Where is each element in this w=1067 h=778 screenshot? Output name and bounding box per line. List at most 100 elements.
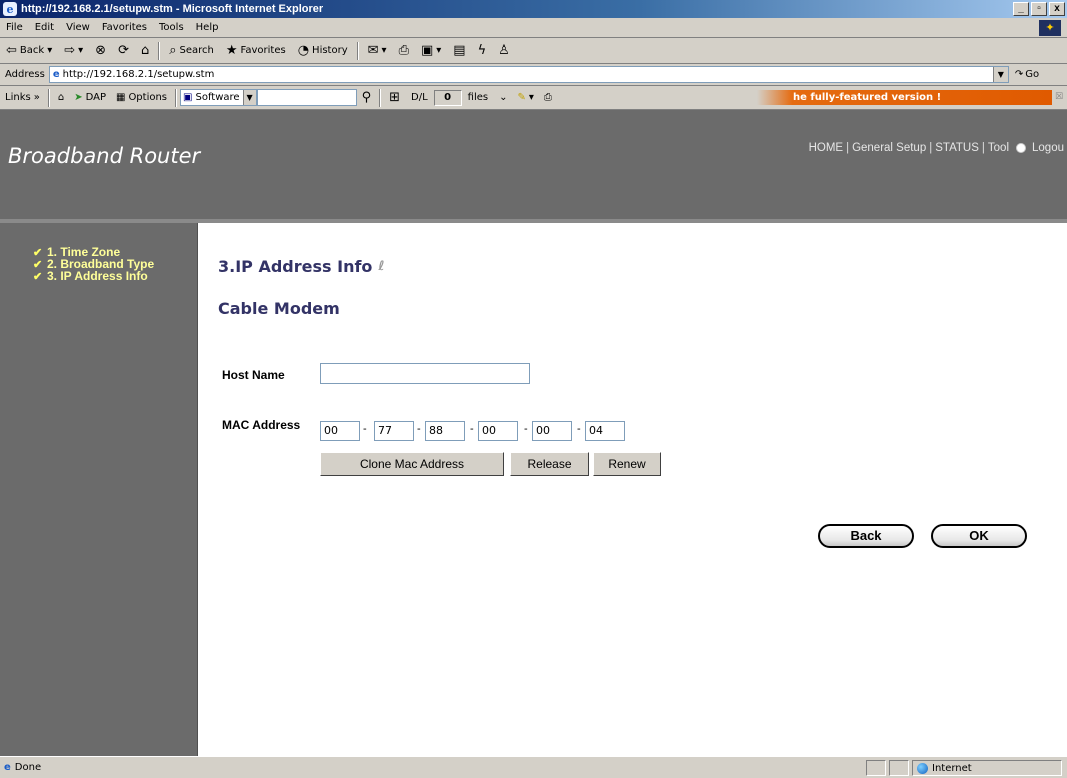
clone-mac-address-button[interactable]: Clone Mac Address <box>320 452 504 476</box>
toolbar-separator <box>379 88 382 107</box>
files-label: files <box>467 92 489 103</box>
chevron-down-icon: ▼ <box>242 90 256 105</box>
chevron-down-icon: ▾ <box>436 45 442 56</box>
chevron-down-icon[interactable]: ▼ <box>992 67 1008 82</box>
history-button[interactable]: ◔ History <box>292 44 354 57</box>
forward-nav-button[interactable]: ⇨ ▾ <box>58 44 89 57</box>
go-button[interactable]: ↷ Go <box>1015 69 1039 80</box>
top-navigation: HOME | General Setup | STATUS | Tool Log… <box>806 142 1067 154</box>
mac-octet-4-input[interactable]: 00 <box>478 421 518 441</box>
page-title-text: 3.IP Address Info <box>218 257 373 276</box>
search-button[interactable]: ⌕ Search <box>163 44 220 57</box>
mac-octet-5-input[interactable]: 00 <box>532 421 572 441</box>
search-icon: ⚲ <box>361 90 372 105</box>
menu-help[interactable]: Help <box>190 22 225 33</box>
chevron-double-down-button[interactable]: ⌄ <box>494 92 512 103</box>
mail-icon: ✉ <box>367 43 379 58</box>
discuss-button[interactable]: ▤ <box>447 44 471 57</box>
menu-file[interactable]: File <box>0 22 29 33</box>
status-bar: e Done Internet <box>0 756 1067 778</box>
router-header: Broadband Router HOME | General Setup | … <box>0 110 1067 223</box>
address-url: http://192.168.2.1/setupw.stm <box>62 69 215 80</box>
print-preview-button[interactable]: ⎙ <box>539 92 557 103</box>
chevron-double-down-icon: ⌄ <box>499 92 508 103</box>
mac-octet-2-input[interactable]: 77 <box>374 421 414 441</box>
links-label: Links <box>5 92 31 103</box>
maximize-button[interactable]: ▫ <box>1031 2 1047 16</box>
toolbar-search-button[interactable]: ⚲ <box>357 90 377 105</box>
release-button[interactable]: Release <box>510 452 589 476</box>
edit-button[interactable]: ▣ ▾ <box>415 44 447 57</box>
ie-logo-icon: e <box>3 2 17 16</box>
highlight-button[interactable]: ✎ ▾ <box>513 92 539 103</box>
chevron-down-icon: ▾ <box>528 92 534 103</box>
back-nav-button[interactable]: ⇦ Back ▾ <box>0 44 58 57</box>
print-icon: ⎙ <box>543 92 552 103</box>
home-button[interactable]: ⌂ <box>135 44 155 57</box>
edit-icon: ▣ <box>420 43 434 58</box>
print-icon: ⎙ <box>398 43 409 58</box>
window-title: http://192.168.2.1/setupw.stm - Microsof… <box>21 3 324 15</box>
favorites-button[interactable]: ★ Favorites <box>220 44 292 57</box>
status-panel <box>889 760 909 776</box>
print-button[interactable]: ⎙ <box>393 44 415 57</box>
stop-button[interactable]: ⊗ <box>89 44 112 57</box>
menu-view[interactable]: View <box>60 22 96 33</box>
menu-tools[interactable]: Tools <box>153 22 190 33</box>
promo-banner[interactable]: he fully-featured version ! <box>757 90 1052 105</box>
close-icon[interactable]: ☒ <box>1053 91 1065 103</box>
refresh-button[interactable]: ⟳ <box>112 44 135 57</box>
download-count: 0 <box>433 89 462 106</box>
back-button[interactable]: Back <box>818 524 914 548</box>
links-home-button[interactable]: ⌂ <box>53 92 69 103</box>
toolbar-search-input[interactable] <box>256 89 357 106</box>
window-controls: _ ▫ x <box>1013 2 1065 16</box>
minimize-button[interactable]: _ <box>1013 2 1029 16</box>
globe-icon <box>917 762 928 774</box>
host-name-input[interactable] <box>320 363 530 384</box>
chevron-down-icon: ▾ <box>381 45 387 56</box>
ok-button[interactable]: OK <box>931 524 1027 548</box>
nav-status[interactable]: STATUS <box>932 142 982 154</box>
highlight-pen-icon: ✎ <box>517 92 526 103</box>
nav-general-setup[interactable]: General Setup <box>849 142 929 154</box>
check-icon: ✔ <box>33 270 43 283</box>
address-label: Address <box>5 69 45 80</box>
page-icon: e <box>52 69 60 80</box>
mac-octet-1-input[interactable]: 00 <box>320 421 360 441</box>
mac-address-label: MAC Address <box>222 418 301 432</box>
nav-home[interactable]: HOME <box>806 142 847 154</box>
software-dropdown[interactable]: ▣ Software ▼ <box>180 89 257 106</box>
window-title-bar: e http://192.168.2.1/setupw.stm - Micros… <box>0 0 1067 18</box>
page-done-icon: e <box>4 762 11 773</box>
setup-sidebar: ✔ 1. Time Zone ✔ 2. Broadband Type ✔ 3. … <box>0 223 198 756</box>
mac-octet-6-input[interactable]: 04 <box>585 421 625 441</box>
messenger-button[interactable]: ♙ <box>492 44 516 57</box>
favorites-icon: ★ <box>225 43 238 58</box>
mail-button[interactable]: ✉ ▾ <box>362 44 393 57</box>
sidebar-item-ip-address-info[interactable]: ✔ 3. IP Address Info <box>33 269 197 283</box>
menu-edit[interactable]: Edit <box>29 22 60 33</box>
refresh-icon: ⟳ <box>118 43 129 58</box>
messenger-icon: ♙ <box>498 43 510 58</box>
menu-favorites[interactable]: Favorites <box>96 22 153 33</box>
expand-icon: ⊞ <box>389 90 401 105</box>
renew-button[interactable]: Renew <box>593 452 661 476</box>
help-icon[interactable]: ℓ <box>378 259 384 274</box>
links-button[interactable]: Links » <box>0 92 45 103</box>
mac-separator: - <box>363 423 367 435</box>
close-button[interactable]: x <box>1049 2 1065 16</box>
status-message: e Done <box>4 762 41 773</box>
chevron-down-icon: ▾ <box>78 45 84 56</box>
lightning-button[interactable]: ϟ <box>472 44 493 57</box>
dap-button[interactable]: ➤ DAP <box>69 92 111 103</box>
nav-logout[interactable]: Logou <box>1029 142 1067 154</box>
dap-icon: ➤ <box>74 92 83 103</box>
favorites-label: Favorites <box>240 45 286 56</box>
address-input[interactable]: e http://192.168.2.1/setupw.stm ▼ <box>48 66 1009 83</box>
history-icon: ◔ <box>297 43 310 58</box>
nav-tool[interactable]: Tool <box>985 142 1012 154</box>
expand-button[interactable]: ⊞ <box>384 90 405 105</box>
mac-octet-3-input[interactable]: 88 <box>425 421 465 441</box>
options-button[interactable]: ▦ Options <box>111 92 172 103</box>
